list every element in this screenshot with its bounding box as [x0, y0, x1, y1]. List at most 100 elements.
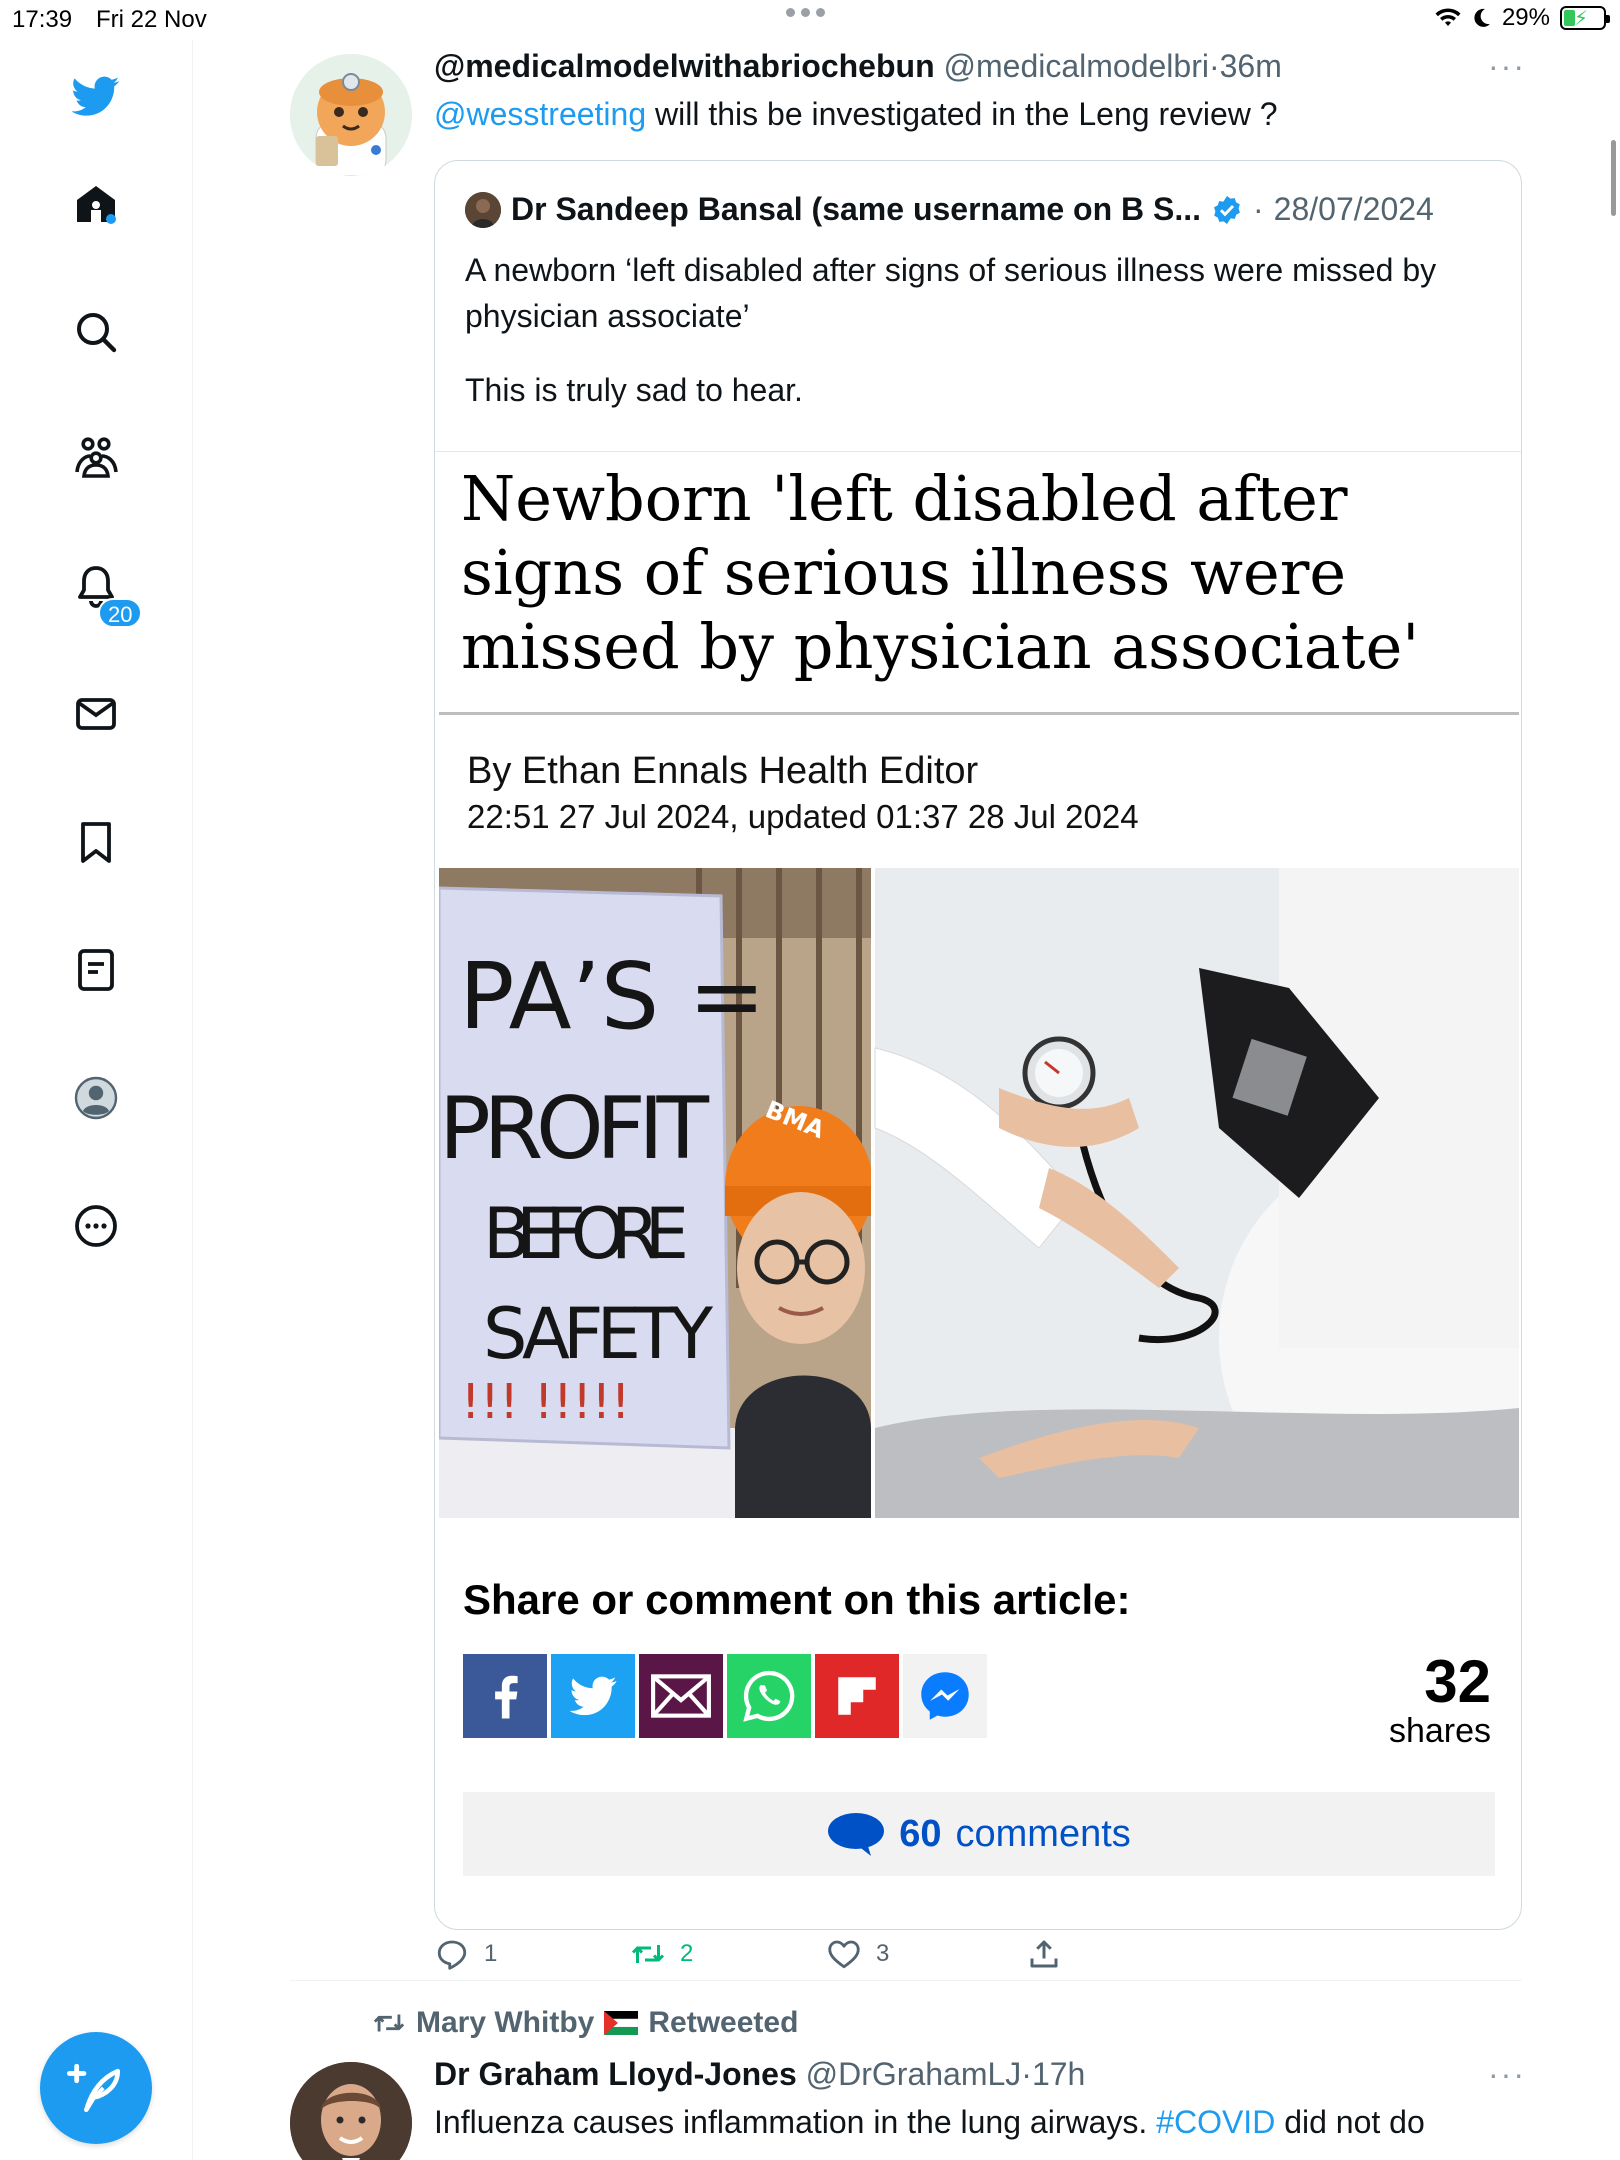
tweet-time[interactable]: 36m: [1220, 48, 1282, 84]
tweet-time[interactable]: 17h: [1032, 2056, 1085, 2092]
reply-count: 1: [484, 1940, 498, 1967]
share-buttons: [463, 1654, 987, 1738]
status-time: 17:39: [12, 6, 73, 33]
whatsapp-icon: [727, 1654, 811, 1738]
email-icon: [639, 1654, 723, 1738]
retweeted-label: Retweeted: [648, 2006, 799, 2039]
retweet-count: 2: [680, 1940, 694, 1967]
author-handle[interactable]: @medicalmodelbri: [944, 48, 1209, 84]
multitasking-dots[interactable]: [786, 8, 825, 17]
tweet-actions: 1 2 3: [434, 1936, 1434, 1986]
tweet-text: @wesstreeting will this be investigated …: [434, 96, 1278, 133]
bookmark-icon[interactable]: [62, 808, 130, 876]
more-options-icon[interactable]: ···: [1488, 48, 1526, 85]
avatar[interactable]: [290, 2062, 412, 2160]
sign-text: BEFORE: [483, 1193, 689, 1275]
notifications-badge: 20: [98, 598, 143, 628]
moon-icon: [1474, 8, 1490, 27]
more-icon[interactable]: [62, 1192, 130, 1260]
sign-text: !!! !!!!!: [461, 1374, 630, 1430]
article-byline: By Ethan Ennals Health Editor: [467, 750, 979, 792]
facebook-icon: [463, 1654, 547, 1738]
quote-text-line: A newborn ‘left disabled after signs of …: [465, 252, 1437, 334]
comments-label: comments: [955, 1812, 1131, 1855]
profile-icon[interactable]: [62, 1064, 130, 1132]
twitter-logo-icon[interactable]: [62, 62, 130, 130]
retweet-icon: [373, 2014, 405, 2032]
share-section-title: Share or comment on this article:: [463, 1576, 1131, 1623]
twitter-icon: [551, 1654, 635, 1738]
retweet-icon: [631, 1945, 665, 1963]
mention-link[interactable]: @wesstreeting: [434, 96, 646, 132]
retweeted-by: Mary Whitby Retweeted: [372, 2006, 798, 2040]
tweet-body: Influenza causes inflammation in the lun…: [434, 2104, 1157, 2140]
share-count-number: 32: [1424, 1648, 1491, 1715]
quote-text: A newborn ‘left disabled after signs of …: [465, 247, 1495, 413]
separator: ·: [1253, 191, 1264, 227]
quote-text-line: This is truly sad to hear.: [465, 372, 803, 408]
author-name[interactable]: Dr Graham Lloyd-Jones: [434, 2056, 797, 2092]
sign-text: PA’S =: [459, 943, 766, 1050]
heart-icon: [828, 1940, 860, 1969]
share-icon: [1030, 1940, 1058, 1968]
feather-plus-icon: [67, 2063, 121, 2113]
like-count: 3: [876, 1940, 890, 1967]
tweet-header: Dr Graham Lloyd-Jones @DrGrahamLJ·17h: [434, 2056, 1085, 2093]
sidebar-nav: 20: [0, 40, 193, 2160]
quote-avatar[interactable]: [465, 191, 501, 228]
comments-bar: 60 comments: [463, 1792, 1495, 1876]
sign-text: SAFETY: [483, 1293, 713, 1375]
status-date: Fri 22 Nov: [96, 6, 207, 33]
share-count: 32 shares: [1388, 1648, 1491, 1751]
like-button[interactable]: 3: [826, 1936, 889, 1972]
retweet-button[interactable]: 2: [630, 1936, 693, 1972]
quote-author-name[interactable]: Dr Sandeep Bansal (same username on B S.…: [511, 191, 1201, 228]
separator: ·: [1208, 48, 1220, 84]
author-handle[interactable]: @DrGrahamLJ: [806, 2056, 1022, 2092]
share-button[interactable]: [1026, 1936, 1062, 1972]
speech-bubble-icon: [828, 1813, 885, 1856]
status-indicators: 29% ⚡: [1434, 4, 1610, 32]
tweet-text: Influenza causes inflammation in the lun…: [434, 2104, 1425, 2141]
article-headline: Newborn 'left disabled after signs of se…: [461, 462, 1420, 683]
reply-button[interactable]: 1: [434, 1936, 497, 1972]
hashtag-link[interactable]: #COVID: [1156, 2104, 1275, 2140]
article-date: 22:51 27 Jul 2024, updated 01:37 28 Jul …: [467, 798, 1139, 835]
tweet-body: will this be investigated in the Leng re…: [646, 96, 1278, 132]
lists-icon[interactable]: [62, 936, 130, 1004]
retweeter-name[interactable]: Mary Whitby: [416, 2006, 594, 2040]
messenger-icon: [903, 1654, 987, 1738]
divider: [439, 712, 1519, 715]
author-name[interactable]: @medicalmodelwithabriochebun: [434, 48, 935, 84]
battery-icon: ⚡: [1560, 6, 1610, 30]
tweet-divider: [290, 1980, 1522, 1981]
compose-tweet-button[interactable]: [40, 2032, 152, 2144]
tweet-body: did not do: [1275, 2104, 1425, 2140]
sign-text: PROFIT: [439, 1079, 709, 1179]
battery-percent: 29%: [1501, 4, 1550, 31]
article-photo: PA’S = PROFIT BEFORE SAFETY !!! !!!!! BM…: [439, 868, 1519, 1518]
avatar[interactable]: [290, 54, 412, 176]
share-count-label: shares: [1388, 1712, 1491, 1750]
communities-icon[interactable]: [62, 424, 130, 492]
tweet-header: @medicalmodelwithabriochebun @medicalmod…: [434, 48, 1282, 85]
reply-icon: [437, 1940, 467, 1970]
separator: ·: [1021, 2056, 1032, 2092]
quoted-tweet[interactable]: Dr Sandeep Bansal (same username on B S.…: [434, 160, 1522, 1930]
home-icon[interactable]: [62, 170, 130, 238]
flipboard-icon: [815, 1654, 899, 1738]
home-unread-dot: [106, 214, 116, 224]
wifi-icon: [1435, 8, 1461, 26]
more-options-icon[interactable]: ···: [1488, 2056, 1526, 2093]
comments-count: 60: [899, 1812, 942, 1855]
mail-icon[interactable]: [62, 680, 130, 748]
status-bar: 17:39 Fri 22 Nov 29% ⚡: [0, 0, 1620, 40]
timeline-feed: @medicalmodelwithabriochebun @medicalmod…: [194, 40, 1580, 2160]
search-icon[interactable]: [62, 298, 130, 366]
quote-header: Dr Sandeep Bansal (same username on B S.…: [465, 191, 1434, 228]
scrollbar-thumb[interactable]: [1611, 140, 1616, 216]
palestine-flag-icon: [604, 2011, 639, 2035]
quote-date[interactable]: 28/07/2024: [1274, 191, 1434, 228]
article-screenshot-image[interactable]: Newborn 'left disabled after signs of se…: [435, 451, 1521, 1929]
verified-badge-icon: [1214, 195, 1240, 224]
